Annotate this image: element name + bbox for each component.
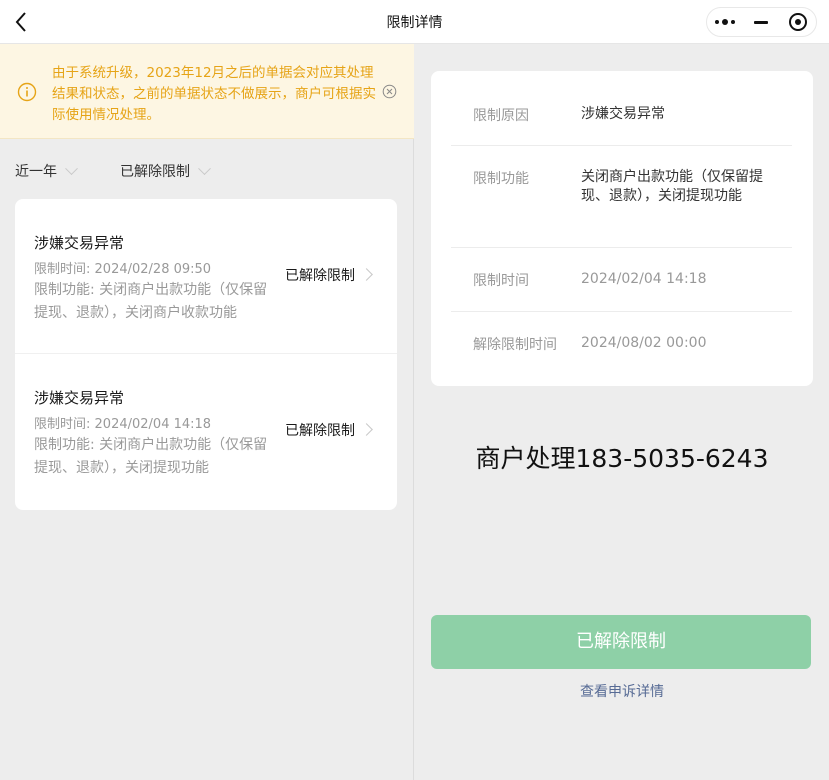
record-function: 限制功能: 关闭商户出款功能（仅保留提现、退款），关闭提现功能: [34, 437, 268, 476]
record-time: 限制时间: 2024/02/28 09:50: [34, 262, 212, 277]
record-title: 涉嫌交易异常: [34, 389, 125, 407]
chevron-down-icon: [65, 161, 78, 175]
restriction-released-button[interactable]: 已解除限制: [431, 615, 811, 669]
detail-value: 涉嫌交易异常: [581, 106, 665, 122]
record-function: 限制功能: 关闭商户出款功能（仅保留提现、退款），关闭商户收款功能: [34, 282, 268, 321]
chevron-right-icon: [360, 423, 373, 436]
record-status: 已解除限制: [285, 268, 355, 284]
list-item[interactable]: 涉嫌交易异常 限制时间: 2024/02/04 14:18 限制功能: 关闭商户…: [15, 354, 397, 509]
record-status: 已解除限制: [285, 423, 355, 439]
detail-value: 关闭商户出款功能（仅保留提现、退款），关闭提现功能: [581, 169, 763, 204]
filter-bar: 近一年 已解除限制: [0, 156, 414, 186]
more-dots-icon[interactable]: [707, 8, 743, 36]
info-icon: [17, 82, 37, 102]
divider: [451, 311, 792, 312]
detail-label: 限制原因: [473, 108, 529, 124]
record-time: 限制时间: 2024/02/04 14:18: [34, 417, 212, 432]
record-title: 涉嫌交易异常: [34, 234, 125, 252]
minimize-icon[interactable]: [743, 8, 779, 36]
period-filter[interactable]: 近一年: [15, 161, 78, 181]
divider: [451, 247, 792, 248]
detail-label: 限制时间: [473, 273, 529, 289]
restriction-list-panel: 由于系统升级，2023年12月之后的单据会对应其处理结果和状态，之前的单据状态不…: [0, 44, 414, 780]
detail-value: 2024/02/04 14:18: [581, 271, 707, 287]
notice-text: 由于系统升级，2023年12月之后的单据会对应其处理结果和状态，之前的单据状态不…: [52, 65, 376, 123]
divider: [451, 145, 792, 146]
detail-card: 限制原因 涉嫌交易异常 限制功能 关闭商户出款功能（仅保留提现、退款），关闭提现…: [431, 71, 813, 386]
detail-label: 限制功能: [473, 171, 529, 187]
period-filter-label: 近一年: [15, 164, 57, 180]
detail-label: 解除限制时间: [473, 337, 557, 353]
restriction-list: 涉嫌交易异常 限制时间: 2024/02/28 09:50 限制功能: 关闭商户…: [15, 199, 397, 510]
list-item[interactable]: 涉嫌交易异常 限制时间: 2024/02/28 09:50 限制功能: 关闭商户…: [15, 199, 397, 354]
chevron-right-icon: [360, 268, 373, 281]
top-nav-bar: 限制详情: [0, 0, 829, 44]
system-upgrade-notice: 由于系统升级，2023年12月之后的单据会对应其处理结果和状态，之前的单据状态不…: [0, 44, 414, 139]
mini-program-capsule: [706, 7, 817, 37]
detail-value: 2024/08/02 00:00: [581, 335, 707, 351]
merchant-contact-text: 商户处理183-5035-6243: [475, 444, 769, 473]
chevron-down-icon: [198, 161, 211, 175]
status-filter[interactable]: 已解除限制: [120, 161, 211, 181]
restriction-detail-panel: 限制原因 涉嫌交易异常 限制功能 关闭商户出款功能（仅保留提现、退款），关闭提现…: [415, 44, 829, 780]
close-notice-icon[interactable]: [382, 84, 397, 99]
view-appeal-link[interactable]: 查看申诉详情: [415, 681, 829, 701]
page-title: 限制详情: [386, 15, 443, 31]
status-filter-label: 已解除限制: [120, 164, 190, 180]
target-close-icon[interactable]: [780, 8, 816, 36]
